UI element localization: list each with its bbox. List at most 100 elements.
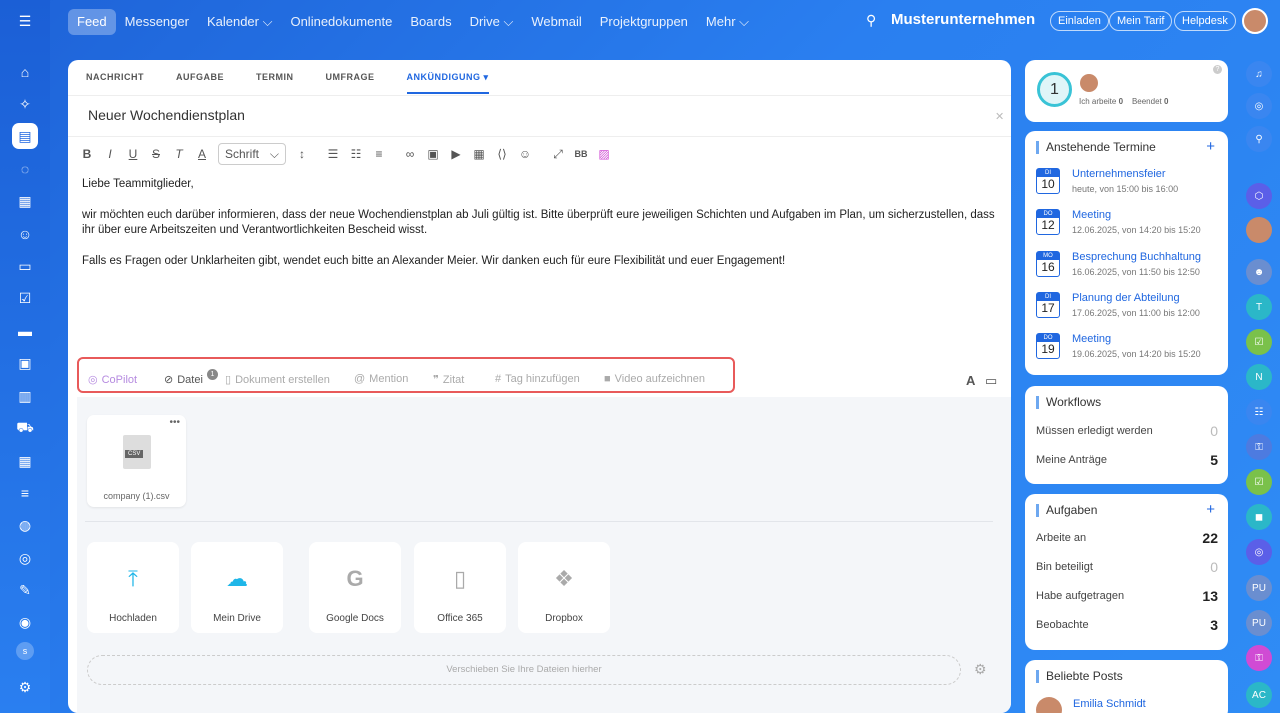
support-icon[interactable]: ◉ xyxy=(12,609,38,635)
tab-ankuendigung[interactable]: ANKÜNDIGUNG ▾ xyxy=(406,72,489,94)
fullscreen-icon[interactable]: ⤢ xyxy=(551,147,565,162)
gear-icon[interactable]: ⚙ xyxy=(974,661,987,678)
task-row[interactable]: Habe aufgetragen 13 xyxy=(1036,588,1218,604)
chat-bubble-icon[interactable]: ◼ xyxy=(1246,504,1272,530)
feed-icon[interactable]: ▤ xyxy=(12,123,38,149)
copilot-button[interactable]: ◎ CoPilot xyxy=(88,373,137,387)
einladen-button[interactable]: Einladen xyxy=(1050,11,1109,31)
target-icon[interactable]: ◎ xyxy=(1246,93,1272,119)
event-title[interactable]: Meeting xyxy=(1072,333,1111,345)
chat-initial-pu[interactable]: PU xyxy=(1246,610,1272,636)
calendar-icon[interactable]: ▦ xyxy=(12,188,38,214)
nav-messenger[interactable]: Messenger xyxy=(116,9,198,35)
event-title[interactable]: Unternehmensfeier xyxy=(1072,168,1166,180)
image-icon[interactable]: ▣ xyxy=(426,147,440,161)
post-author[interactable]: Emilia Schmidt xyxy=(1073,698,1146,710)
event-title[interactable]: Planung der Abteilung xyxy=(1072,292,1180,304)
strikethrough-icon[interactable]: S xyxy=(149,147,163,161)
lock-icon[interactable]: ⚿ xyxy=(1246,434,1272,460)
chat-initial-pu[interactable]: PU xyxy=(1246,575,1272,601)
chat-initial-t[interactable]: T xyxy=(1246,294,1272,320)
event-title[interactable]: Besprechung Buchhaltung xyxy=(1072,251,1201,263)
filter-icon[interactable]: ≡ xyxy=(12,480,38,506)
source-dropbox[interactable]: ❖ Dropbox xyxy=(518,542,610,633)
nav-projektgruppen[interactable]: Projektgruppen xyxy=(591,9,697,35)
inbox-icon[interactable]: ▬ xyxy=(12,318,38,344)
task-icon[interactable]: ☑ xyxy=(1246,329,1272,355)
tab-aufgabe[interactable]: AUFGABE xyxy=(176,72,224,94)
underline-icon[interactable]: U xyxy=(126,147,140,161)
task-row[interactable]: Beobachte 3 xyxy=(1036,617,1218,633)
document-icon[interactable]: ▭ xyxy=(12,253,38,279)
link-icon[interactable]: ∞ xyxy=(403,147,417,161)
chat-initial-ac[interactable]: AC xyxy=(1246,682,1272,708)
event-title[interactable]: Meeting xyxy=(1072,209,1111,221)
mention-button[interactable]: @ Mention xyxy=(354,373,408,385)
tag-button[interactable]: # Tag hinzufügen xyxy=(495,373,580,385)
video-icon[interactable]: ▶ xyxy=(449,147,463,161)
table-icon[interactable]: ▦ xyxy=(472,147,486,161)
search-icon[interactable]: ⚲ xyxy=(1246,126,1272,152)
dropzone[interactable]: Verschieben Sie Ihre Dateien hierher xyxy=(87,655,961,685)
mein-tarif-button[interactable]: Mein Tarif xyxy=(1109,11,1173,31)
post-body[interactable]: Liebe Teammitglieder, wir möchten euch d… xyxy=(82,177,1002,284)
bullet-list-icon[interactable]: ☷ xyxy=(349,147,363,161)
private-chat-lock-icon[interactable]: ⚿ xyxy=(1246,645,1272,671)
source-office-365[interactable]: ▯ Office 365 xyxy=(414,542,506,633)
worktime-counter[interactable]: 1 xyxy=(1037,72,1072,107)
copilot-icon[interactable]: ◎ xyxy=(1246,539,1272,565)
presentation-icon[interactable]: ▣ xyxy=(12,350,38,376)
align-icon[interactable]: ≡ xyxy=(372,147,386,161)
settings-icon[interactable]: ⚙ xyxy=(12,674,38,700)
close-icon[interactable]: ✕ xyxy=(995,110,1004,123)
checklist-icon[interactable]: ☑ xyxy=(1246,469,1272,495)
add-task-icon[interactable]: + xyxy=(1206,501,1215,518)
target-icon[interactable]: ◎ xyxy=(12,545,38,571)
chat-icon[interactable]: ◌ xyxy=(12,156,38,182)
emoji-icon[interactable]: ☺ xyxy=(518,147,532,161)
video-record-button[interactable]: ■ Video aufzeichnen xyxy=(604,373,705,385)
text-format-icon[interactable]: A xyxy=(966,373,975,388)
bbcode-icon[interactable]: BB xyxy=(574,149,588,159)
copilot-chat-icon[interactable]: ⬡ xyxy=(1246,183,1272,209)
source-mein-drive[interactable]: ☁ Mein Drive xyxy=(191,542,283,633)
more-icon[interactable]: ••• xyxy=(169,417,180,428)
schedule-icon[interactable]: ▦ xyxy=(12,448,38,474)
analytics-icon[interactable]: ▥ xyxy=(12,383,38,409)
avatar[interactable] xyxy=(1246,217,1272,243)
source-google-docs[interactable]: G Google Docs xyxy=(309,542,401,633)
user-initial-badge[interactable]: s xyxy=(16,642,34,660)
help-icon[interactable]: ? xyxy=(1213,65,1222,74)
cart-icon[interactable]: ⛟ xyxy=(12,415,38,441)
users-icon[interactable]: ☺ xyxy=(12,221,38,247)
font-size-icon[interactable]: ↕ xyxy=(295,147,309,161)
nav-mehr[interactable]: Mehr ⌵ xyxy=(697,9,758,35)
task-row[interactable]: Bin beteiligt 0 xyxy=(1036,559,1218,575)
home-icon[interactable]: ⌂ xyxy=(12,59,38,85)
datei-button[interactable]: ⊘ Datei 1 xyxy=(164,369,218,386)
numbered-list-icon[interactable]: ☰ xyxy=(326,147,340,161)
clear-format-icon[interactable]: T xyxy=(172,147,186,161)
tasks-icon[interactable]: ☑ xyxy=(12,285,38,311)
sign-icon[interactable]: ✎ xyxy=(12,577,38,603)
company-name[interactable]: Musterunternehmen xyxy=(891,11,1035,28)
ai-image-icon[interactable]: ▨ xyxy=(597,147,611,161)
panel-icon[interactable]: ▭ xyxy=(985,373,997,389)
bold-icon[interactable]: B xyxy=(80,147,94,161)
search-icon[interactable]: ⚲ xyxy=(866,12,876,29)
copilot-icon[interactable]: ✧ xyxy=(12,91,38,117)
attached-file[interactable]: ••• CSV company (1).csv xyxy=(87,415,186,507)
notification-icon[interactable]: ♫ xyxy=(1246,61,1272,87)
tab-umfrage[interactable]: UMFRAGE xyxy=(326,72,375,94)
nav-feed[interactable]: Feed xyxy=(68,9,116,35)
dokument-erstellen-button[interactable]: ▯ Dokument erstellen xyxy=(225,373,330,387)
text-color-icon[interactable]: A xyxy=(195,147,209,161)
group-chat-icon[interactable]: ☻ xyxy=(1246,259,1272,285)
nav-kalender[interactable]: Kalender ⌵ xyxy=(198,9,282,35)
add-event-icon[interactable]: + xyxy=(1206,138,1215,155)
post-title-input[interactable]: Neuer Wochendienstplan xyxy=(88,107,245,123)
workflow-row[interactable]: Meine Anträge 5 xyxy=(1036,452,1218,468)
team-icon[interactable]: ☷ xyxy=(1246,399,1272,425)
bot-icon[interactable]: ◍ xyxy=(12,512,38,538)
task-row[interactable]: Arbeite an 22 xyxy=(1036,530,1218,546)
